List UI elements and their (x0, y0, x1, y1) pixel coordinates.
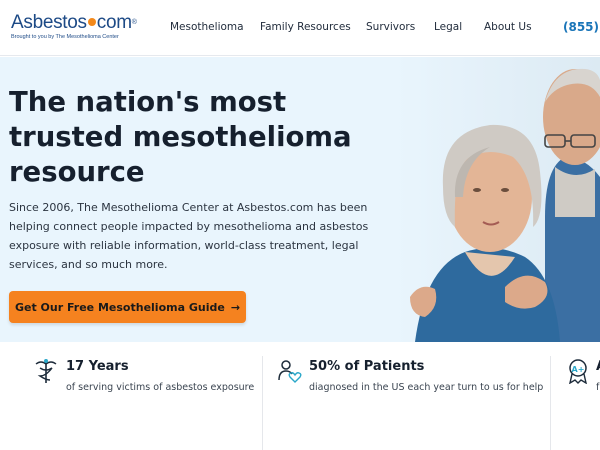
cta-label: Get Our Free Mesothelioma Guide (14, 300, 225, 314)
phone-number[interactable]: (855) 4 (563, 20, 600, 34)
stat-text: f (596, 382, 600, 393)
person-heart-icon (278, 360, 302, 383)
logo-text: Asbestos (11, 12, 87, 33)
senior-couple-photo (395, 57, 600, 342)
arrow-right-icon: → (230, 300, 241, 314)
stat-divider (550, 356, 551, 450)
stat-text: of serving victims of asbestos exposure (66, 382, 255, 393)
stat-years: 17 Years of serving victims of asbestos … (34, 342, 259, 450)
stat-patients: 50% of Patients diagnosed in the US each… (277, 342, 547, 450)
site-header: Asbestos com® Brought to you by The Mesot… (0, 0, 600, 56)
caduceus-icon (35, 359, 57, 383)
registered-mark-icon: ® (131, 19, 137, 26)
nav-about-us[interactable]: About Us (484, 21, 532, 33)
nav-family-resources[interactable]: Family Resources (260, 21, 351, 33)
free-guide-button[interactable]: Get Our Free Mesothelioma Guide → (9, 291, 246, 323)
stat-text: diagnosed in the US each year turn to us… (309, 382, 544, 393)
logo-subtitle: Brought to you by The Mesothelioma Cente… (11, 34, 119, 40)
hero-description: Since 2006, The Mesothelioma Center at A… (9, 201, 369, 271)
nav-mesothelioma[interactable]: Mesothelioma (170, 21, 244, 33)
nav-legal[interactable]: Legal (434, 21, 462, 33)
logo-dot-icon (87, 17, 96, 26)
hero-title: The nation's most trusted mesothelioma r… (9, 86, 352, 188)
logo-suffix: com (96, 12, 132, 33)
stat-award: A+ A f (566, 342, 600, 450)
stat-heading: 17 Years (66, 359, 129, 374)
stat-heading: 50% of Patients (309, 359, 425, 374)
site-logo[interactable]: Asbestos com® Brought to you by The Mesot… (11, 12, 137, 41)
nav-survivors[interactable]: Survivors (366, 21, 415, 33)
svg-text:A+: A+ (572, 365, 585, 374)
stat-divider (262, 356, 263, 450)
stats-section: 17 Years of serving victims of asbestos … (0, 342, 600, 450)
stat-heading: A (596, 359, 600, 374)
hero-section: The nation's most trusted mesothelioma r… (0, 57, 600, 342)
award-badge-icon: A+ (569, 359, 587, 384)
